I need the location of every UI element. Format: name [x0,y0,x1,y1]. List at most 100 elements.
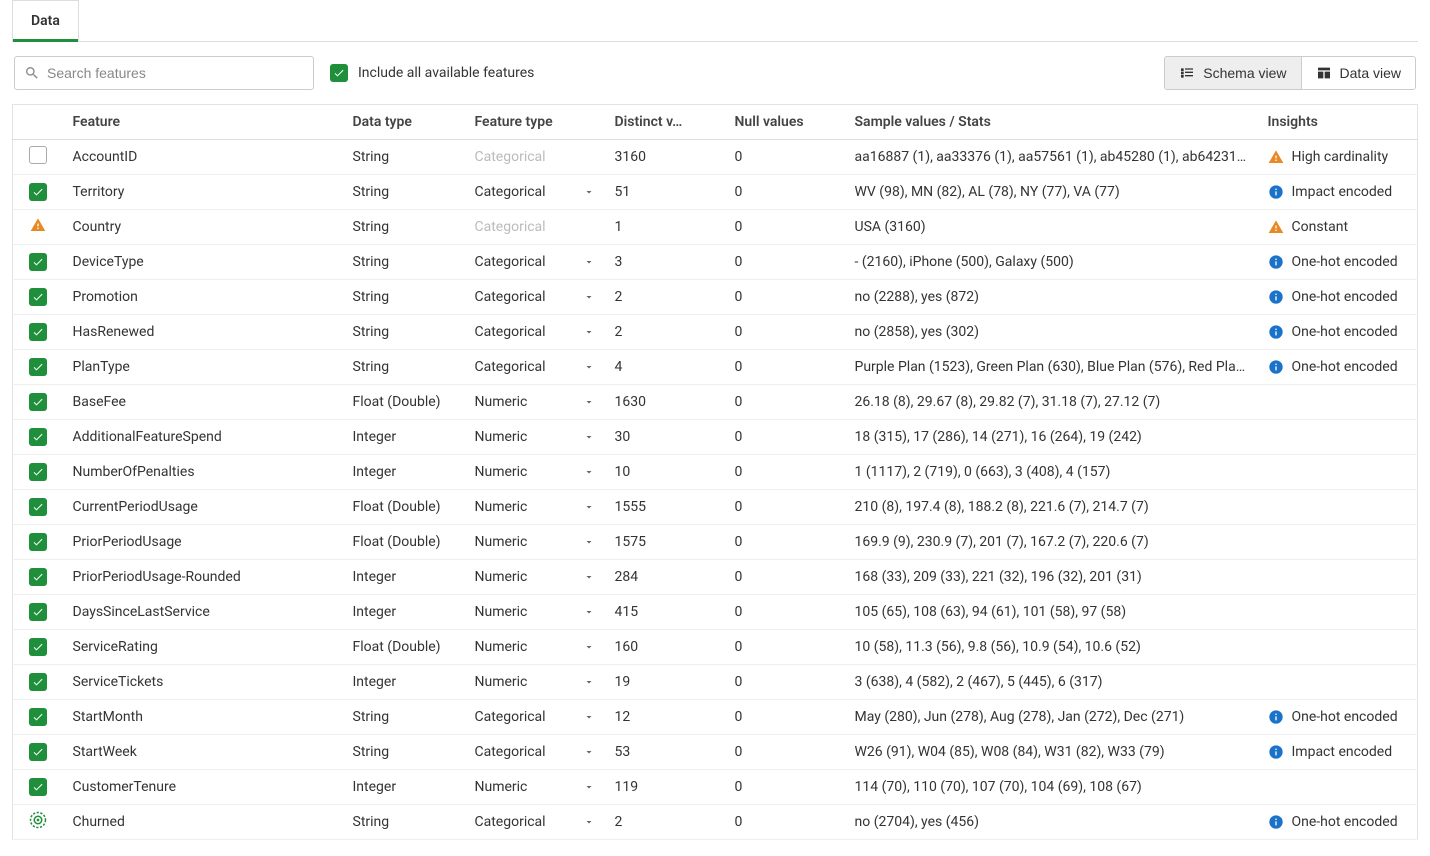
row-checkbox[interactable] [29,358,47,376]
row-checkbox[interactable] [29,638,47,656]
row-checkbox[interactable] [29,183,47,201]
insights-cell: One-hot encoded [1258,245,1418,280]
row-checkbox[interactable] [29,253,47,271]
data-view-button[interactable]: Data view [1301,57,1415,89]
feature-type-select[interactable]: Numeric [475,639,595,655]
table-row[interactable]: HasRenewed String Categorical 2 0 no (28… [13,315,1418,350]
feature-type-label: Categorical [475,149,546,165]
feature-name: ServiceTickets [63,665,343,700]
include-all-checkbox-wrapper[interactable]: Include all available features [330,64,534,82]
feature-type-label: Categorical [475,254,546,270]
row-checkbox[interactable] [29,603,47,621]
check-icon [32,256,44,268]
feature-name: AdditionalFeatureSpend [63,420,343,455]
table-row[interactable]: PriorPeriodUsage-Rounded Integer Numeric… [13,560,1418,595]
table-row[interactable]: PriorPeriodUsage Float (Double) Numeric … [13,525,1418,560]
feature-type-select[interactable]: Categorical [475,744,595,760]
table-row[interactable]: Country String Categorical 1 0 USA (3160… [13,210,1418,245]
table-row[interactable]: AdditionalFeatureSpend Integer Numeric 3… [13,420,1418,455]
data-type: Integer [343,595,465,630]
row-checkbox[interactable] [29,533,47,551]
feature-type-select[interactable]: Categorical [475,814,595,830]
sample-values: USA (3160) [845,210,1258,245]
distinct-values: 415 [605,595,725,630]
feature-type-select[interactable]: Numeric [475,429,595,445]
row-checkbox[interactable] [29,323,47,341]
feature-type-select[interactable]: Numeric [475,394,595,410]
schema-view-label: Schema view [1203,65,1286,81]
feature-type-select[interactable]: Categorical [475,709,595,725]
col-header-sample[interactable]: Sample values / Stats [845,105,1258,140]
table-row[interactable]: CurrentPeriodUsage Float (Double) Numeri… [13,490,1418,525]
col-header-null[interactable]: Null values [725,105,845,140]
row-checkbox[interactable] [29,673,47,691]
feature-name: Promotion [63,280,343,315]
table-row[interactable]: StartWeek String Categorical 53 0 W26 (9… [13,735,1418,770]
null-values: 0 [725,735,845,770]
feature-type-select[interactable]: Categorical [475,324,595,340]
row-checkbox[interactable] [29,498,47,516]
row-checkbox[interactable] [29,778,47,796]
insights-cell [1258,560,1418,595]
row-checkbox[interactable] [29,393,47,411]
table-row[interactable]: ServiceRating Float (Double) Numeric 160… [13,630,1418,665]
view-toggle: Schema view Data view [1164,56,1416,90]
feature-type-select[interactable]: Categorical [475,184,595,200]
tab-data[interactable]: Data [12,0,79,41]
feature-type-select[interactable]: Categorical [475,359,595,375]
check-icon [333,67,345,79]
table-row[interactable]: BaseFee Float (Double) Numeric 1630 0 26… [13,385,1418,420]
schema-view-button[interactable]: Schema view [1165,57,1300,89]
table-row[interactable]: DaysSinceLastService Integer Numeric 415… [13,595,1418,630]
search-input[interactable] [14,56,314,90]
feature-type-select[interactable]: Numeric [475,779,595,795]
row-checkbox[interactable] [29,288,47,306]
feature-type-select[interactable]: Categorical [475,254,595,270]
table-row[interactable]: CustomerTenure Integer Numeric 119 0 114… [13,770,1418,805]
data-type: Integer [343,560,465,595]
col-header-feature[interactable]: Feature [63,105,343,140]
col-header-datatype[interactable]: Data type [343,105,465,140]
table-header-row: Feature Data type Feature type Distinct … [13,105,1418,140]
feature-name: Territory [63,175,343,210]
col-header-distinct[interactable]: Distinct v… [605,105,725,140]
chevron-down-icon [583,711,595,723]
row-checkbox[interactable] [29,568,47,586]
table-row[interactable]: Promotion String Categorical 2 0 no (228… [13,280,1418,315]
row-checkbox[interactable] [29,708,47,726]
row-checkbox[interactable] [29,743,47,761]
feature-name: ServiceRating [63,630,343,665]
feature-type-select[interactable]: Numeric [475,604,595,620]
null-values: 0 [725,630,845,665]
feature-type-select[interactable]: Numeric [475,534,595,550]
distinct-values: 2 [605,805,725,840]
table-row[interactable]: DeviceType String Categorical 3 0 - (216… [13,245,1418,280]
null-values: 0 [725,700,845,735]
feature-type-select[interactable]: Numeric [475,499,595,515]
row-checkbox[interactable] [29,428,47,446]
feature-type-select[interactable]: Numeric [475,569,595,585]
table-row[interactable]: NumberOfPenalties Integer Numeric 10 0 1… [13,455,1418,490]
table-row[interactable]: ServiceTickets Integer Numeric 19 0 3 (6… [13,665,1418,700]
feature-type-label: Categorical [475,219,546,235]
col-header-featuretype[interactable]: Feature type [465,105,605,140]
col-header-insights[interactable]: Insights [1258,105,1418,140]
table-row[interactable]: StartMonth String Categorical 12 0 May (… [13,700,1418,735]
sample-values: 3 (638), 4 (582), 2 (467), 5 (445), 6 (3… [845,665,1258,700]
table-row[interactable]: PlanType String Categorical 4 0 Purple P… [13,350,1418,385]
feature-type-label: Numeric [475,604,528,620]
include-all-checkbox[interactable] [330,64,348,82]
insights-cell [1258,490,1418,525]
feature-type-select[interactable]: Categorical [475,289,595,305]
table-row[interactable]: Churned String Categorical 2 0 no (2704)… [13,805,1418,840]
feature-type-select[interactable]: Numeric [475,464,595,480]
insight-label: High cardinality [1292,149,1389,165]
feature-type-select[interactable]: Numeric [475,674,595,690]
check-icon [32,431,44,443]
table-row[interactable]: AccountID String Categorical 3160 0 aa16… [13,140,1418,175]
warning-icon [30,217,46,233]
row-checkbox[interactable] [29,146,47,164]
row-checkbox[interactable] [29,463,47,481]
table-row[interactable]: Territory String Categorical 51 0 WV (98… [13,175,1418,210]
insight-label: One-hot encoded [1292,359,1398,375]
